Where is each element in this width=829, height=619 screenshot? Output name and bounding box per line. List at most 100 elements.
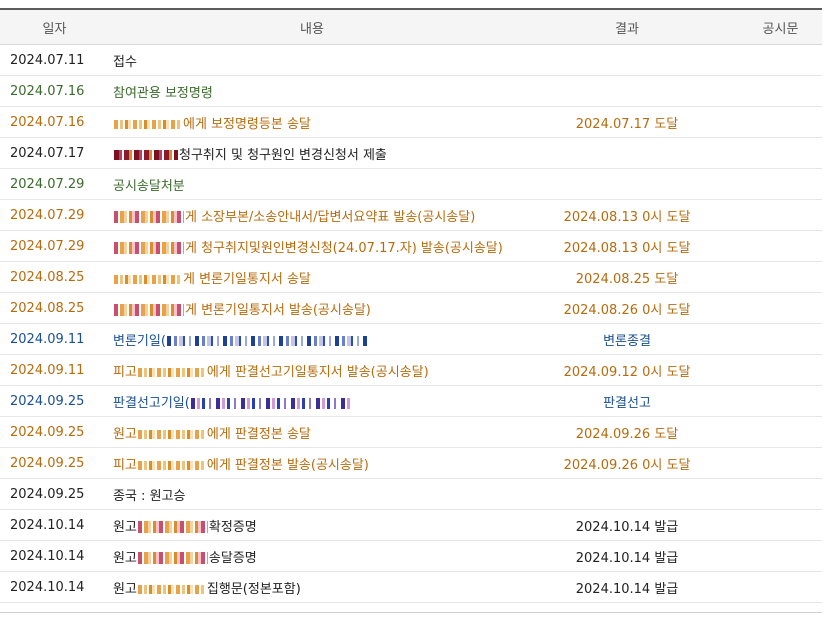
row-notice bbox=[739, 106, 822, 138]
row-content: 피고 에게 판결선고기일통지서 발송(공시송달) bbox=[109, 354, 515, 386]
redacted-name bbox=[166, 334, 367, 348]
row-content: 판결선고기일( bbox=[109, 385, 515, 417]
row-date: 2024.07.11 bbox=[0, 44, 109, 76]
row-result bbox=[515, 75, 739, 107]
row-result: 변론종결 bbox=[515, 323, 739, 355]
case-history-table: 일자 내용 결과 공시문 2024.07.11 접수 2024.07.16 참여관용 … bbox=[0, 10, 822, 603]
row-content: 원고 확정증명 bbox=[109, 509, 515, 541]
content-prefix: 변론기일( bbox=[113, 333, 166, 349]
redacted-name bbox=[114, 210, 184, 224]
table-row: 2024.07.11 접수 bbox=[0, 44, 822, 76]
row-result bbox=[515, 168, 739, 200]
table-row: 2024.07.16 에게 보정명령등본 송달 2024.07.17 도달 bbox=[0, 106, 822, 138]
row-date: 2024.07.29 bbox=[0, 168, 109, 200]
content-suffix: 에게 판결정본 송달 bbox=[206, 426, 311, 442]
table-row: 2024.09.25 피고 에게 판결정본 발송(공시송달) 2024.09.26 0… bbox=[0, 447, 822, 479]
table-row: 2024.07.17 청구취지 및 청구원인 변경신청서 제출 bbox=[0, 137, 822, 169]
row-content: 게 변론기일통지서 발송(공시송달) bbox=[109, 292, 515, 324]
row-result: 2024.08.13 0시 도달 bbox=[515, 230, 739, 262]
table-row: 2024.09.25 종국 : 원고승 bbox=[0, 478, 822, 510]
row-result: 2024.08.13 0시 도달 bbox=[515, 199, 739, 231]
content-suffix: 게 변론기일통지서 송달 bbox=[183, 271, 311, 287]
row-result: 2024.10.14 발급 bbox=[515, 540, 739, 572]
redacted-name bbox=[137, 427, 206, 441]
row-result bbox=[515, 478, 739, 510]
content-prefix: 원고 bbox=[113, 519, 137, 535]
table-row: 2024.07.29 게 소장부본/소송안내서/답변서요약표 발송(공시송달) 20… bbox=[0, 199, 822, 231]
row-date: 2024.07.16 bbox=[0, 75, 109, 107]
content-suffix: 확정증명 bbox=[208, 519, 257, 535]
row-notice bbox=[739, 385, 822, 417]
row-date: 2024.10.14 bbox=[0, 571, 109, 603]
row-date: 2024.10.14 bbox=[0, 540, 109, 572]
row-content: 게 소장부본/소송안내서/답변서요약표 발송(공시송달) bbox=[109, 199, 515, 231]
content-prefix: 원고 bbox=[113, 426, 137, 442]
row-date: 2024.09.11 bbox=[0, 354, 109, 386]
row-notice bbox=[739, 137, 822, 169]
row-notice bbox=[739, 354, 822, 386]
content-prefix: 피고 bbox=[113, 457, 137, 473]
row-result: 2024.09.26 0시 도달 bbox=[515, 447, 739, 479]
row-result: 2024.08.26 0시 도달 bbox=[515, 292, 739, 324]
row-notice bbox=[739, 292, 822, 324]
redacted-name bbox=[137, 520, 208, 534]
row-content: 게 변론기일통지서 송달 bbox=[109, 261, 515, 293]
row-result: 2024.09.12 0시 도달 bbox=[515, 354, 739, 386]
row-result bbox=[515, 44, 739, 76]
row-notice bbox=[739, 168, 822, 200]
row-date: 2024.10.14 bbox=[0, 509, 109, 541]
row-content: 청구취지 및 청구원인 변경신청서 제출 bbox=[109, 137, 515, 169]
row-content: 원고 송달증명 bbox=[109, 540, 515, 572]
header-notice: 공시문 bbox=[739, 10, 822, 45]
content-prefix: 종국 : 원고승 bbox=[113, 488, 186, 504]
content-prefix: 피고 bbox=[113, 364, 137, 380]
table-row: 2024.09.25 원고 에게 판결정본 송달 2024.09.26 도달 bbox=[0, 416, 822, 448]
content-suffix: 청구취지 및 청구원인 변경신청서 제출 bbox=[179, 147, 387, 163]
content-prefix: 접수 bbox=[113, 54, 137, 70]
content-suffix: 송달증명 bbox=[208, 550, 257, 566]
row-date: 2024.07.16 bbox=[0, 106, 109, 138]
row-notice bbox=[739, 323, 822, 355]
row-notice bbox=[739, 509, 822, 541]
redacted-name bbox=[114, 303, 184, 317]
content-prefix: 원고 bbox=[113, 550, 137, 566]
redacted-name bbox=[114, 148, 178, 162]
row-notice bbox=[739, 261, 822, 293]
row-notice bbox=[739, 199, 822, 231]
row-notice bbox=[739, 44, 822, 76]
row-content: 참여관용 보정명령 bbox=[109, 75, 515, 107]
header-result: 결과 bbox=[515, 10, 739, 45]
content-prefix: 참여관용 보정명령 bbox=[113, 85, 213, 101]
table-row: 2024.07.29 공시송달처분 bbox=[0, 168, 822, 200]
redacted-name bbox=[114, 272, 182, 286]
content-suffix: 집행문(정본포함) bbox=[206, 581, 301, 597]
table-row: 2024.10.14 원고 송달증명 2024.10.14 발급 bbox=[0, 540, 822, 572]
row-content: 종국 : 원고승 bbox=[109, 478, 515, 510]
content-prefix: 판결선고기일( bbox=[113, 395, 190, 411]
row-content: 변론기일( bbox=[109, 323, 515, 355]
row-date: 2024.09.11 bbox=[0, 323, 109, 355]
row-content: 피고 에게 판결정본 발송(공시송달) bbox=[109, 447, 515, 479]
redacted-name bbox=[114, 241, 184, 255]
table-row: 2024.08.25 게 변론기일통지서 발송(공시송달) 2024.08.26 0… bbox=[0, 292, 822, 324]
content-suffix: 에게 보정명령등본 송달 bbox=[183, 116, 311, 132]
header-content: 내용 bbox=[109, 10, 515, 45]
table-row: 2024.10.14 원고 확정증명 2024.10.14 발급 bbox=[0, 509, 822, 541]
row-notice bbox=[739, 571, 822, 603]
row-date: 2024.07.29 bbox=[0, 199, 109, 231]
panel-edge bbox=[822, 8, 829, 614]
row-date: 2024.09.25 bbox=[0, 478, 109, 510]
content-suffix: 에게 판결선고기일통지서 발송(공시송달) bbox=[206, 364, 429, 380]
content-suffix: 게 청구취지및원인변경신청(24.07.17.자) 발송(공시송달) bbox=[185, 240, 503, 256]
row-content: 게 청구취지및원인변경신청(24.07.17.자) 발송(공시송달) bbox=[109, 230, 515, 262]
row-result: 2024.10.14 발급 bbox=[515, 571, 739, 603]
redacted-name bbox=[137, 458, 206, 472]
row-result: 2024.09.26 도달 bbox=[515, 416, 739, 448]
row-notice bbox=[739, 416, 822, 448]
row-result: 2024.10.14 발급 bbox=[515, 509, 739, 541]
content-suffix: 에게 판결정본 발송(공시송달) bbox=[206, 457, 369, 473]
row-content: 원고 에게 판결정본 송달 bbox=[109, 416, 515, 448]
table-bottom-border bbox=[0, 612, 822, 613]
row-result: 2024.08.25 도달 bbox=[515, 261, 739, 293]
table-row: 2024.07.29 게 청구취지및원인변경신청(24.07.17.자) 발송(공… bbox=[0, 230, 822, 262]
